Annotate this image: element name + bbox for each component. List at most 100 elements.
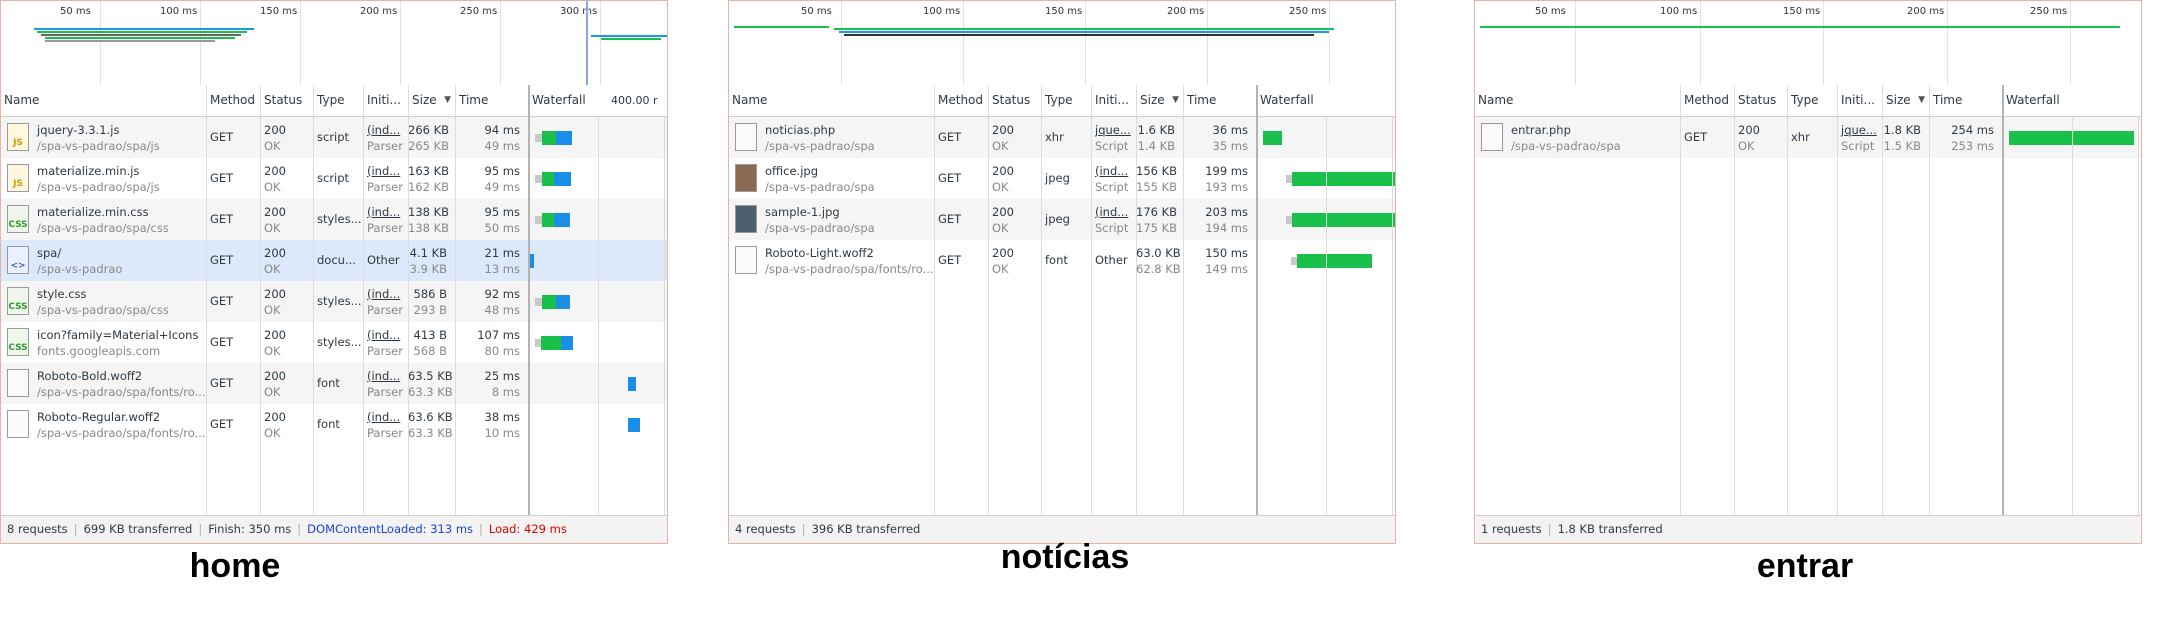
- table-row[interactable]: noticias.php/spa-vs-padrao/spa GET 200 OK xh…: [729, 117, 1395, 158]
- column-header-status[interactable]: Status: [1734, 85, 1787, 116]
- column-divider[interactable]: [1183, 85, 1184, 515]
- initiator-link[interactable]: (ind...: [1095, 204, 1136, 220]
- waterfall-waiting-bar[interactable]: [1297, 254, 1372, 268]
- waterfall-download-bar[interactable]: [556, 295, 570, 309]
- column-header-method[interactable]: Method: [206, 85, 260, 116]
- waterfall-download-bar[interactable]: [561, 336, 573, 350]
- waterfall-waiting-bar[interactable]: [542, 172, 554, 186]
- column-divider[interactable]: [206, 85, 207, 515]
- cell-initiator: Other: [1091, 240, 1136, 281]
- waterfall-waiting-bar[interactable]: [541, 336, 561, 350]
- column-divider[interactable]: [2002, 85, 2004, 515]
- table-row[interactable]: Roboto-Light.woff2/spa-vs-padrao/spa/fon…: [729, 240, 1395, 281]
- column-header-type[interactable]: Type: [1787, 85, 1837, 116]
- column-header-initiator[interactable]: Initi...: [1091, 85, 1136, 116]
- timeline-overview[interactable]: 50 ms 100 ms 150 ms 200 ms 250 ms: [1475, 1, 2141, 86]
- table-row[interactable]: office.jpg/spa-vs-padrao/spa GET 200 OK jpeg…: [729, 158, 1395, 199]
- column-divider[interactable]: [1787, 85, 1788, 515]
- column-divider[interactable]: [313, 85, 314, 515]
- column-divider[interactable]: [1734, 85, 1735, 515]
- column-header-name[interactable]: Name: [1475, 85, 1680, 116]
- table-row[interactable]: CSS materialize.min.css/spa-vs-padrao/spa…: [1, 199, 667, 240]
- column-divider[interactable]: [528, 85, 530, 515]
- timeline-overview[interactable]: 50 ms 100 ms 150 ms 200 ms 250 ms 300 ms: [1, 1, 667, 86]
- request-type: script: [317, 171, 350, 185]
- column-divider[interactable]: [1680, 85, 1681, 515]
- column-divider[interactable]: [455, 85, 456, 515]
- waterfall-download-bar[interactable]: [628, 418, 640, 432]
- column-header-method[interactable]: Method: [1680, 85, 1734, 116]
- table-row[interactable]: CSS icon?family=Material+Icons fonts.googl…: [1, 322, 667, 363]
- initiator-link[interactable]: (ind...: [367, 286, 408, 302]
- column-header-waterfall[interactable]: Waterfall: [2002, 85, 2141, 116]
- column-header-name[interactable]: Name: [729, 85, 934, 116]
- cell-type: font: [1041, 240, 1091, 281]
- table-row[interactable]: Roboto-Regular.woff2/spa-vs-padrao/spa/f…: [1, 404, 667, 445]
- initiator-link[interactable]: (ind...: [367, 327, 408, 343]
- column-header-initiator[interactable]: Initi...: [1837, 85, 1882, 116]
- request-method: GET: [210, 171, 234, 185]
- waterfall-download-bar[interactable]: [628, 377, 636, 391]
- column-divider[interactable]: [408, 85, 409, 515]
- table-row[interactable]: CSS style.css/spa-vs-padrao/spa/css GET 200…: [1, 281, 667, 322]
- table-row[interactable]: entrar.php/spa-vs-padrao/spa GET 200 OK xhr j…: [1475, 117, 2141, 158]
- table-row[interactable]: sample-1.jpg/spa-vs-padrao/spa GET 200 OK jp…: [729, 199, 1395, 240]
- initiator-link[interactable]: (ind...: [367, 163, 408, 179]
- waterfall-download-bar[interactable]: [554, 172, 571, 186]
- request-type: styles...: [317, 212, 362, 226]
- waterfall-waiting-bar[interactable]: [1263, 131, 1282, 145]
- overview-selection-cursor[interactable]: [586, 1, 588, 85]
- table-row[interactable]: <> spa/ /spa-vs-padrao GET 200 OK docu... Other…: [1, 240, 667, 281]
- column-divider[interactable]: [1136, 85, 1137, 515]
- column-header-time[interactable]: Time: [1929, 85, 2002, 116]
- initiator-link[interactable]: (ind...: [367, 409, 408, 425]
- waterfall-download-bar[interactable]: [1395, 172, 1396, 186]
- column-header-initiator[interactable]: Initi...: [363, 85, 408, 116]
- waterfall-download-bar[interactable]: [556, 131, 572, 145]
- waterfall-download-bar[interactable]: [530, 254, 534, 268]
- resource-size: 63.3 KB: [408, 385, 453, 399]
- waterfall-waiting-bar[interactable]: [542, 295, 556, 309]
- waterfall-download-bar[interactable]: [554, 213, 570, 227]
- table-row[interactable]: JS jquery-3.3.1.js/spa-vs-padrao/spa/js GE…: [1, 117, 667, 158]
- column-header-time[interactable]: Time: [455, 85, 528, 116]
- initiator-link[interactable]: jque...: [1095, 122, 1136, 138]
- image-file-icon: [735, 205, 757, 233]
- column-divider[interactable]: [363, 85, 364, 515]
- waterfall-waiting-bar[interactable]: [542, 213, 554, 227]
- initiator-link[interactable]: (ind...: [367, 368, 408, 384]
- latency-time: 49 ms: [484, 180, 520, 194]
- column-header-size[interactable]: Size ▼: [408, 85, 455, 116]
- column-header-name[interactable]: Name: [1, 85, 206, 116]
- column-divider[interactable]: [988, 85, 989, 515]
- table-row[interactable]: Roboto-Bold.woff2/spa-vs-padrao/spa/font…: [1, 363, 667, 404]
- initiator-link[interactable]: (ind...: [367, 204, 408, 220]
- column-divider[interactable]: [1041, 85, 1042, 515]
- column-header-size[interactable]: Size ▼: [1136, 85, 1183, 116]
- column-header-time[interactable]: Time: [1183, 85, 1256, 116]
- column-header-type[interactable]: Type: [313, 85, 363, 116]
- waterfall-waiting-bar[interactable]: [1292, 172, 1395, 186]
- column-divider[interactable]: [1929, 85, 1930, 515]
- column-divider[interactable]: [1091, 85, 1092, 515]
- column-divider[interactable]: [1256, 85, 1258, 515]
- initiator-link[interactable]: (ind...: [367, 122, 408, 138]
- initiator-link[interactable]: (ind...: [1095, 163, 1136, 179]
- column-header-type[interactable]: Type: [1041, 85, 1091, 116]
- column-divider[interactable]: [260, 85, 261, 515]
- column-header-status[interactable]: Status: [260, 85, 313, 116]
- timeline-overview[interactable]: 50 ms 100 ms 150 ms 200 ms 250 ms: [729, 1, 1395, 86]
- initiator-link[interactable]: jque...: [1841, 122, 1882, 138]
- cell-initiator: (ind... Parser: [363, 322, 408, 363]
- column-header-size[interactable]: Size ▼: [1882, 85, 1929, 116]
- column-header-method[interactable]: Method: [934, 85, 988, 116]
- column-header-status[interactable]: Status: [988, 85, 1041, 116]
- cell-name: CSS icon?family=Material+Icons fonts.googl…: [1, 322, 206, 363]
- column-divider[interactable]: [934, 85, 935, 515]
- column-header-waterfall[interactable]: Waterfall: [1256, 85, 1395, 116]
- waterfall-waiting-bar[interactable]: [542, 131, 556, 145]
- waterfall-waiting-bar[interactable]: [1292, 213, 1395, 227]
- table-row[interactable]: JS materialize.min.js/spa-vs-padrao/spa/j…: [1, 158, 667, 199]
- column-divider[interactable]: [1882, 85, 1883, 515]
- column-divider[interactable]: [1837, 85, 1838, 515]
